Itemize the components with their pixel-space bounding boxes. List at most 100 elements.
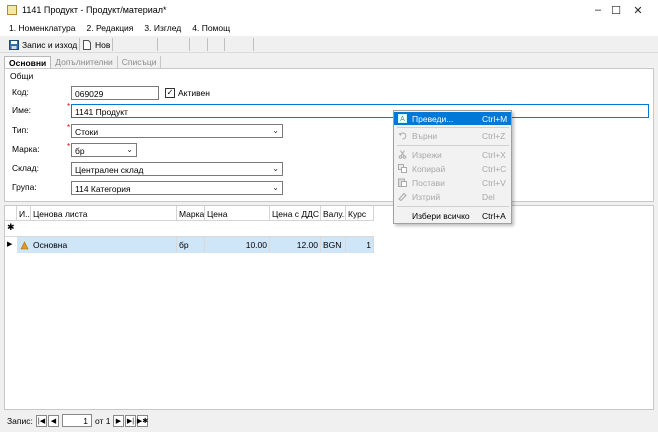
grid-header-currency[interactable]: Валу... xyxy=(321,206,346,221)
menu-item-delete[interactable]: Изтрий Del xyxy=(394,190,511,203)
menu-item-shortcut: Ctrl+C xyxy=(482,164,507,174)
menu-item-shortcut: Del xyxy=(482,192,495,202)
toolbar-separator xyxy=(253,38,254,51)
menu-item-label: Постави xyxy=(412,178,445,188)
save-icon xyxy=(9,39,19,50)
grid-header-icon[interactable]: И... xyxy=(17,206,31,221)
type-select[interactable]: Стоки ⌄ xyxy=(71,124,283,138)
window-title: 1141 Продукт - Продукт/материал* xyxy=(22,5,167,15)
menu-item-undo[interactable]: Върни Ctrl+Z xyxy=(394,129,511,142)
toolbar: Запис и изход Нов ? xyxy=(0,36,658,86)
type-value: Стоки xyxy=(75,127,99,137)
menu-item-edit[interactable]: 2. Редакция xyxy=(87,23,134,33)
name-label: Име: xyxy=(12,105,32,115)
cell-price-vat[interactable]: 12.00 xyxy=(270,237,321,253)
new-label: Нов xyxy=(95,39,111,50)
menu-item-label: Копирай xyxy=(412,164,446,174)
active-checkbox[interactable]: ✓ xyxy=(165,88,175,98)
title-bar: 1141 Продукт - Продукт/материал* – ☐ ✕ xyxy=(0,0,658,20)
menu-separator xyxy=(397,206,509,207)
chevron-down-icon: ⌄ xyxy=(126,145,133,154)
warehouse-value: Централен склад xyxy=(75,165,144,175)
grid-new-row[interactable] xyxy=(5,221,374,237)
grid-header-brand[interactable]: Марка xyxy=(177,206,205,221)
paste-icon xyxy=(398,178,407,187)
undo-icon xyxy=(398,132,407,140)
brand-label: Марка: xyxy=(12,144,40,154)
cell-rate[interactable]: 1 xyxy=(346,237,374,253)
product-group-value: 114 Категория xyxy=(75,184,131,194)
brand-select[interactable]: бр ⌄ xyxy=(71,143,137,157)
toolbar-separator xyxy=(157,38,158,51)
first-record-button[interactable]: |◀ xyxy=(36,415,47,427)
warehouse-label: Склад: xyxy=(12,163,39,173)
delete-icon xyxy=(398,192,407,201)
cell-price[interactable]: 10.00 xyxy=(205,237,270,253)
svg-text:A: A xyxy=(400,116,405,123)
record-label: Запис: xyxy=(7,416,33,426)
translate-icon: A xyxy=(398,114,407,123)
menu-item-nomenclature[interactable]: 1. Номенклатура xyxy=(9,23,76,33)
warehouse-select[interactable]: Централен склад ⌄ xyxy=(71,162,283,176)
new-button[interactable]: Нов xyxy=(82,38,110,51)
code-field[interactable]: 069029 xyxy=(71,86,159,100)
chevron-down-icon: ⌄ xyxy=(272,164,279,173)
save-exit-label: Запис и изход xyxy=(22,39,78,50)
grid-header-price-vat[interactable]: Цена с ДДС xyxy=(270,206,321,221)
menu-item-shortcut: Ctrl+M xyxy=(482,114,508,124)
toolbar-separator xyxy=(189,38,190,51)
brand-value: бр xyxy=(75,146,85,156)
next-record-button[interactable]: ▶ xyxy=(113,415,124,427)
save-exit-button[interactable]: Запис и изход xyxy=(9,38,77,51)
grid-row-header-corner xyxy=(5,206,17,221)
new-record-button[interactable]: ▶✱ xyxy=(137,415,148,427)
price-list-icon xyxy=(20,241,29,250)
menu-separator xyxy=(397,127,509,128)
new-document-icon xyxy=(83,39,91,50)
chevron-down-icon: ⌄ xyxy=(272,126,279,135)
menu-item-translate[interactable]: A Преведи... Ctrl+M xyxy=(394,112,511,125)
new-row-marker: ✱ xyxy=(7,222,15,232)
active-label: Активен xyxy=(178,88,210,98)
menu-item-copy[interactable]: Копирай Ctrl+C xyxy=(394,162,511,175)
menu-item-help[interactable]: 4. Помощ xyxy=(192,23,230,33)
chevron-down-icon: ⌄ xyxy=(272,183,279,192)
required-marker: * xyxy=(67,123,71,132)
menu-item-shortcut: Ctrl+A xyxy=(482,211,506,221)
grid-header-price-list[interactable]: Ценова листа xyxy=(31,206,177,221)
grid-header-rate[interactable]: Курс xyxy=(346,206,374,221)
toolbar-separator xyxy=(207,38,208,51)
toolbar-separator xyxy=(224,38,225,51)
last-record-button[interactable]: ▶| xyxy=(125,415,136,427)
copy-icon xyxy=(398,164,407,173)
menu-item-select-all[interactable]: Избери всичко Ctrl+A xyxy=(394,209,511,222)
menu-item-label: Изрежи xyxy=(412,150,442,160)
menu-item-view[interactable]: 3. Изглед xyxy=(144,23,181,33)
cell-brand[interactable]: бр xyxy=(177,237,205,253)
required-marker: * xyxy=(67,142,71,151)
toolbar-separator xyxy=(79,38,80,51)
name-field[interactable]: 1141 Продукт xyxy=(71,104,649,118)
record-count: от 1 xyxy=(95,416,111,426)
grid-header-price[interactable]: Цена xyxy=(205,206,270,221)
group-title: Общи xyxy=(10,71,34,81)
menu-item-shortcut: Ctrl+Z xyxy=(482,131,506,141)
previous-record-button[interactable]: ◀ xyxy=(48,415,59,427)
app-icon xyxy=(7,5,17,15)
menu-item-cut[interactable]: Изрежи Ctrl+X xyxy=(394,148,511,161)
product-group-select[interactable]: 114 Категория ⌄ xyxy=(71,181,283,195)
menu-item-label: Изтрий xyxy=(412,192,441,202)
close-button[interactable]: ✕ xyxy=(618,0,658,20)
record-number-field[interactable]: 1 xyxy=(62,414,92,427)
menu-item-paste[interactable]: Постави Ctrl+V xyxy=(394,176,511,189)
cell-currency[interactable]: BGN xyxy=(321,237,346,253)
toolbar-separator xyxy=(112,38,113,51)
required-marker: * xyxy=(67,102,71,111)
menu-separator xyxy=(397,145,509,146)
type-label: Тип: xyxy=(12,125,29,135)
product-group-label: Група: xyxy=(12,182,37,192)
menu-item-label: Избери всичко xyxy=(412,211,470,221)
menu-item-label: Преведи... xyxy=(412,114,454,124)
cell-price-list[interactable]: Основна xyxy=(31,237,177,253)
current-row-marker: ▶ xyxy=(7,241,13,248)
